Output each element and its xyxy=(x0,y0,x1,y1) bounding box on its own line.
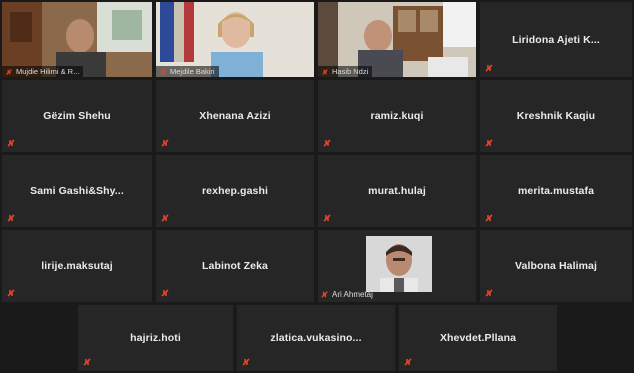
participant-name: Liridona Ajeti K... xyxy=(512,33,600,46)
participant-name: lirije.maksutaj xyxy=(41,260,113,272)
muted-mic-icon xyxy=(161,139,169,147)
muted-mic-icon xyxy=(485,64,493,72)
muted-mic-icon xyxy=(485,289,493,297)
participant-name: Xhenana Azizi xyxy=(199,110,271,122)
participant-name: Kreshnik Kaqiu xyxy=(516,110,596,122)
video-tile-2[interactable]: Mejdile Bakiri xyxy=(156,2,314,77)
participant-tile[interactable]: Labinot Zeka xyxy=(156,230,314,302)
participant-tile[interactable]: Valbona Halimaj xyxy=(480,230,632,302)
muted-mic-icon xyxy=(485,139,493,147)
participant-tile[interactable]: rexhep.gashi xyxy=(156,155,314,227)
participant-tile[interactable]: ramiz.kuqi xyxy=(318,80,476,152)
muted-mic-icon xyxy=(322,69,328,75)
participant-name: Xhevdet.Pllana xyxy=(439,332,517,344)
participant-tile[interactable]: Xhevdet.Pllana xyxy=(399,305,557,371)
muted-mic-icon xyxy=(7,214,15,222)
participant-tile[interactable]: zlatica.vukasino... xyxy=(237,305,395,371)
participant-tile[interactable]: merita.mustafa xyxy=(480,155,632,227)
participant-tile-with-photo[interactable]: Ari Ahmetaj xyxy=(318,230,476,302)
participant-name: ramiz.kuqi xyxy=(370,110,424,122)
muted-mic-icon xyxy=(404,358,412,366)
muted-mic-icon xyxy=(485,214,493,222)
muted-mic-icon xyxy=(323,139,331,147)
participant-tile[interactable]: murat.hulaj xyxy=(318,155,476,227)
participant-name: hajriz.hoti xyxy=(130,332,181,344)
participant-name: Valbona Halimaj xyxy=(514,260,598,272)
muted-mic-icon xyxy=(161,289,169,297)
muted-mic-icon xyxy=(6,69,12,75)
participant-tile[interactable]: lirije.maksutaj xyxy=(2,230,152,302)
muted-mic-icon xyxy=(7,289,15,297)
participant-name: merita.mustafa xyxy=(517,185,595,197)
muted-mic-icon xyxy=(83,358,91,366)
muted-mic-icon xyxy=(7,139,15,147)
muted-mic-icon xyxy=(161,214,169,222)
participant-tile[interactable]: Sami Gashi&Shy... xyxy=(2,155,152,227)
participant-tile[interactable]: Xhenana Azizi xyxy=(156,80,314,152)
participant-name-label: Mujdie Hilimi & R... xyxy=(2,66,84,77)
muted-mic-icon xyxy=(242,358,250,366)
video-tile-3[interactable]: Hasib Ndzi xyxy=(318,2,476,77)
participant-name: Sami Gashi&Shy... xyxy=(30,185,124,197)
participant-tile[interactable]: hajriz.hoti xyxy=(78,305,233,371)
participant-tile[interactable]: Kreshnik Kaqiu xyxy=(480,80,632,152)
participant-name: Labinot Zeka xyxy=(202,260,268,272)
muted-mic-icon xyxy=(323,214,331,222)
participant-name-label: Mejdile Bakiri xyxy=(156,66,219,77)
participant-tile[interactable]: Liridona Ajeti K... xyxy=(480,2,632,77)
video-tile-1[interactable]: Mujdie Hilimi & R... xyxy=(2,2,152,77)
avatar-photo xyxy=(366,236,432,292)
participant-name-label: Ari Ahmetaj xyxy=(320,290,373,299)
participant-name: zlatica.vukasino... xyxy=(270,332,362,344)
participant-name-label: Hasib Ndzi xyxy=(318,66,373,77)
meeting-gallery-view: Mujdie Hilimi & R... Mejdile Bakiri Hasi… xyxy=(0,0,634,373)
participant-tile[interactable]: Gëzim Shehu xyxy=(2,80,152,152)
participant-name: Gëzim Shehu xyxy=(43,110,111,122)
participant-name: rexhep.gashi xyxy=(202,185,268,197)
avatar xyxy=(366,236,432,292)
muted-mic-icon xyxy=(160,69,166,75)
muted-mic-icon xyxy=(321,291,328,298)
participant-name: murat.hulaj xyxy=(368,185,426,197)
